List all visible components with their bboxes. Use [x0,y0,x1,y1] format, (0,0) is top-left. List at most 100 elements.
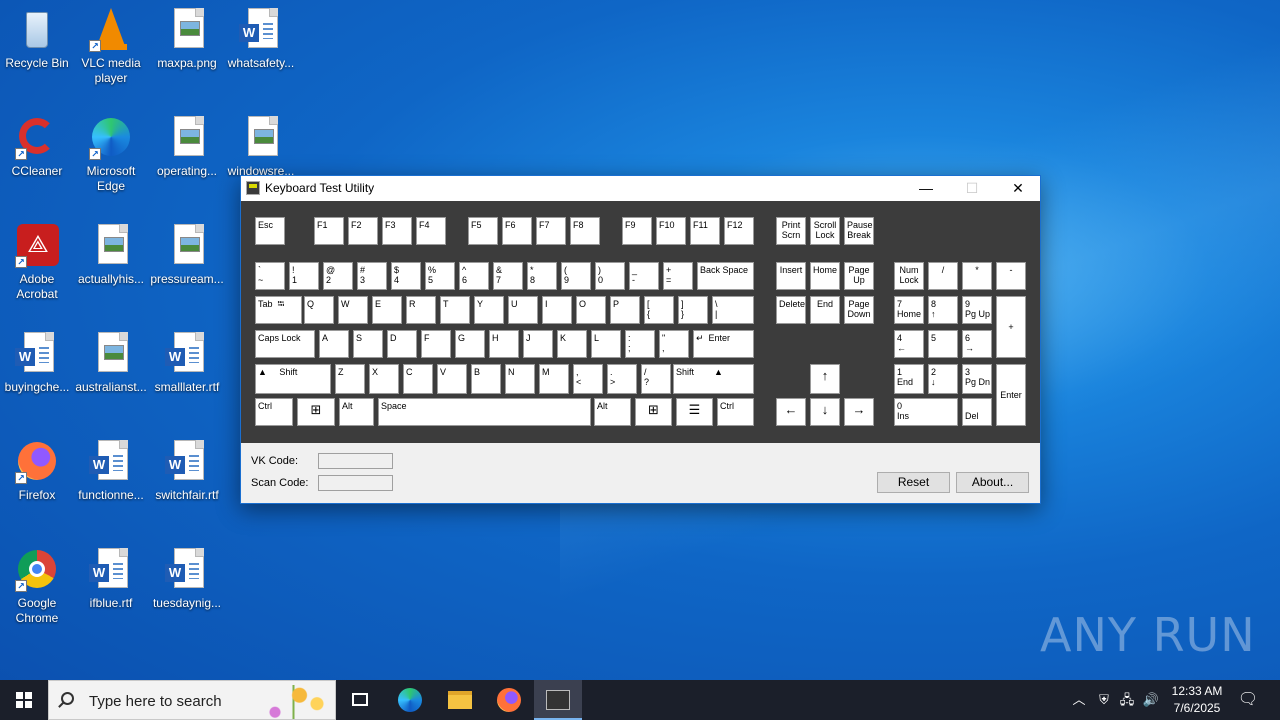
desktop-icon-ccleaner[interactable]: ↗ CCleaner [0,116,74,179]
desktop-icon-ifblue-rtf[interactable]: Wifblue.rtf [74,548,148,611]
task-view-button[interactable] [336,680,384,720]
show-hidden-icons-chevron-icon[interactable]: ︿ [1068,680,1090,720]
key-enter[interactable]: ↵ Enter [693,330,754,358]
key-k[interactable]: K [557,330,587,358]
network-icon[interactable]: 🖧 [1116,680,1138,720]
key-comma[interactable]: , < [573,364,603,394]
desktop-icon-functionne[interactable]: Wfunctionne... [74,440,148,503]
key-f11[interactable]: F11 [690,217,720,245]
desktop-icon-switchfair-rtf[interactable]: Wswitchfair.rtf [150,440,224,503]
key-rbracket[interactable]: ] } [678,296,708,324]
key-d[interactable]: D [387,330,417,358]
desktop-icon-tuesdaynig[interactable]: Wtuesdaynig... [150,548,224,611]
key-right[interactable]: → [844,398,874,426]
key-f2[interactable]: F2 [348,217,378,245]
key-esc[interactable]: Esc [255,217,285,245]
key-tilde[interactable]: ` ~ [255,262,285,290]
key-nmul[interactable]: * [962,262,992,290]
key-h[interactable]: H [489,330,519,358]
key-x[interactable]: X [369,364,399,394]
key-f5[interactable]: F5 [468,217,498,245]
key-k1[interactable]: ! 1 [289,262,319,290]
desktop-icon-microsoft-edge[interactable]: ↗ Microsoft Edge [74,116,148,194]
key-prtsc[interactable]: Print Scrn [776,217,806,245]
key-b[interactable]: B [471,364,501,394]
close-button[interactable]: ✕ [995,176,1041,201]
key-minus[interactable]: _ - [629,262,659,290]
key-semicolon[interactable]: : ; [625,330,655,358]
key-lwin[interactable]: ⊞ [297,398,335,426]
desktop-icon-adobe-acrobat[interactable]: ⟁ ↗ Adobe Acrobat [0,224,74,302]
desktop-icon-vlc-media-player[interactable]: ↗ VLC media player [74,8,148,86]
key-w[interactable]: W [338,296,368,324]
key-g[interactable]: G [455,330,485,358]
key-n9[interactable]: 9 Pg Up [962,296,992,324]
desktop-icon-buyingche[interactable]: Wbuyingche... [0,332,74,395]
key-f3[interactable]: F3 [382,217,412,245]
key-pgup[interactable]: Page Up [844,262,874,290]
desktop-icon-pressuream[interactable]: pressuream... [150,224,224,287]
key-l[interactable]: L [591,330,621,358]
key-n2[interactable]: 2 ↓ [928,364,958,394]
key-q[interactable]: Q [304,296,334,324]
key-ndel[interactable]: Del [962,398,992,426]
key-quote[interactable]: " , [659,330,689,358]
key-n7[interactable]: 7 Home [894,296,924,324]
key-n0[interactable]: 0 Ins [894,398,958,426]
key-space[interactable]: Space [378,398,591,426]
key-home[interactable]: Home [810,262,840,290]
key-f1[interactable]: F1 [314,217,344,245]
desktop-icon-operating[interactable]: operating... [150,116,224,179]
key-f8[interactable]: F8 [570,217,600,245]
key-f6[interactable]: F6 [502,217,532,245]
key-rwin[interactable]: ⊞ [635,398,672,426]
key-down[interactable]: ↓ [810,398,840,426]
key-equal[interactable]: + = [663,262,693,290]
reset-button[interactable]: Reset [877,472,950,493]
desktop-icon-actuallyhis[interactable]: actuallyhis... [74,224,148,287]
key-m[interactable]: M [539,364,569,394]
key-n8[interactable]: 8 ↑ [928,296,958,324]
key-lshift[interactable]: ▲ Shift [255,364,331,394]
key-backspace[interactable]: Back Space [697,262,754,290]
key-period[interactable]: . > [607,364,637,394]
key-j[interactable]: J [523,330,553,358]
key-n1[interactable]: 1 End [894,364,924,394]
key-ralt[interactable]: Alt [594,398,631,426]
key-f9[interactable]: F9 [622,217,652,245]
key-f[interactable]: F [421,330,451,358]
key-delete[interactable]: Delete [776,296,806,324]
key-a[interactable]: A [319,330,349,358]
taskbar-search-box[interactable]: Type here to search [48,680,336,720]
key-end[interactable]: End [810,296,840,324]
key-p[interactable]: P [610,296,640,324]
key-up[interactable]: ↑ [810,364,840,394]
key-n5[interactable]: 5 [928,330,958,358]
key-ndiv[interactable]: / [928,262,958,290]
desktop-icon-maxpa-png[interactable]: maxpa.png [150,8,224,71]
key-tab[interactable]: Tab ⭾ [255,296,302,324]
volume-icon[interactable]: 🔊 [1140,680,1162,720]
key-nenter[interactable]: Enter [996,364,1026,426]
key-rctrl[interactable]: Ctrl [717,398,754,426]
key-k6[interactable]: ^ 6 [459,262,489,290]
key-scroll[interactable]: Scroll Lock [810,217,840,245]
key-f10[interactable]: F10 [656,217,686,245]
key-k2[interactable]: @ 2 [323,262,353,290]
key-nadd[interactable]: + [996,296,1026,358]
key-k0[interactable]: ) 0 [595,262,625,290]
key-u[interactable]: U [508,296,538,324]
key-pause[interactable]: Pause Break [844,217,874,245]
key-slash[interactable]: / ? [641,364,671,394]
key-y[interactable]: Y [474,296,504,324]
start-button[interactable] [0,680,48,720]
taskbar-keyboard-test[interactable] [534,680,582,720]
key-n6[interactable]: 6 → [962,330,992,358]
key-k5[interactable]: % 5 [425,262,455,290]
key-numlock[interactable]: Num Lock [894,262,924,290]
key-left[interactable]: ← [776,398,806,426]
key-t[interactable]: T [440,296,470,324]
key-k4[interactable]: $ 4 [391,262,421,290]
key-v[interactable]: V [437,364,467,394]
taskbar-file-explorer[interactable] [436,680,484,720]
